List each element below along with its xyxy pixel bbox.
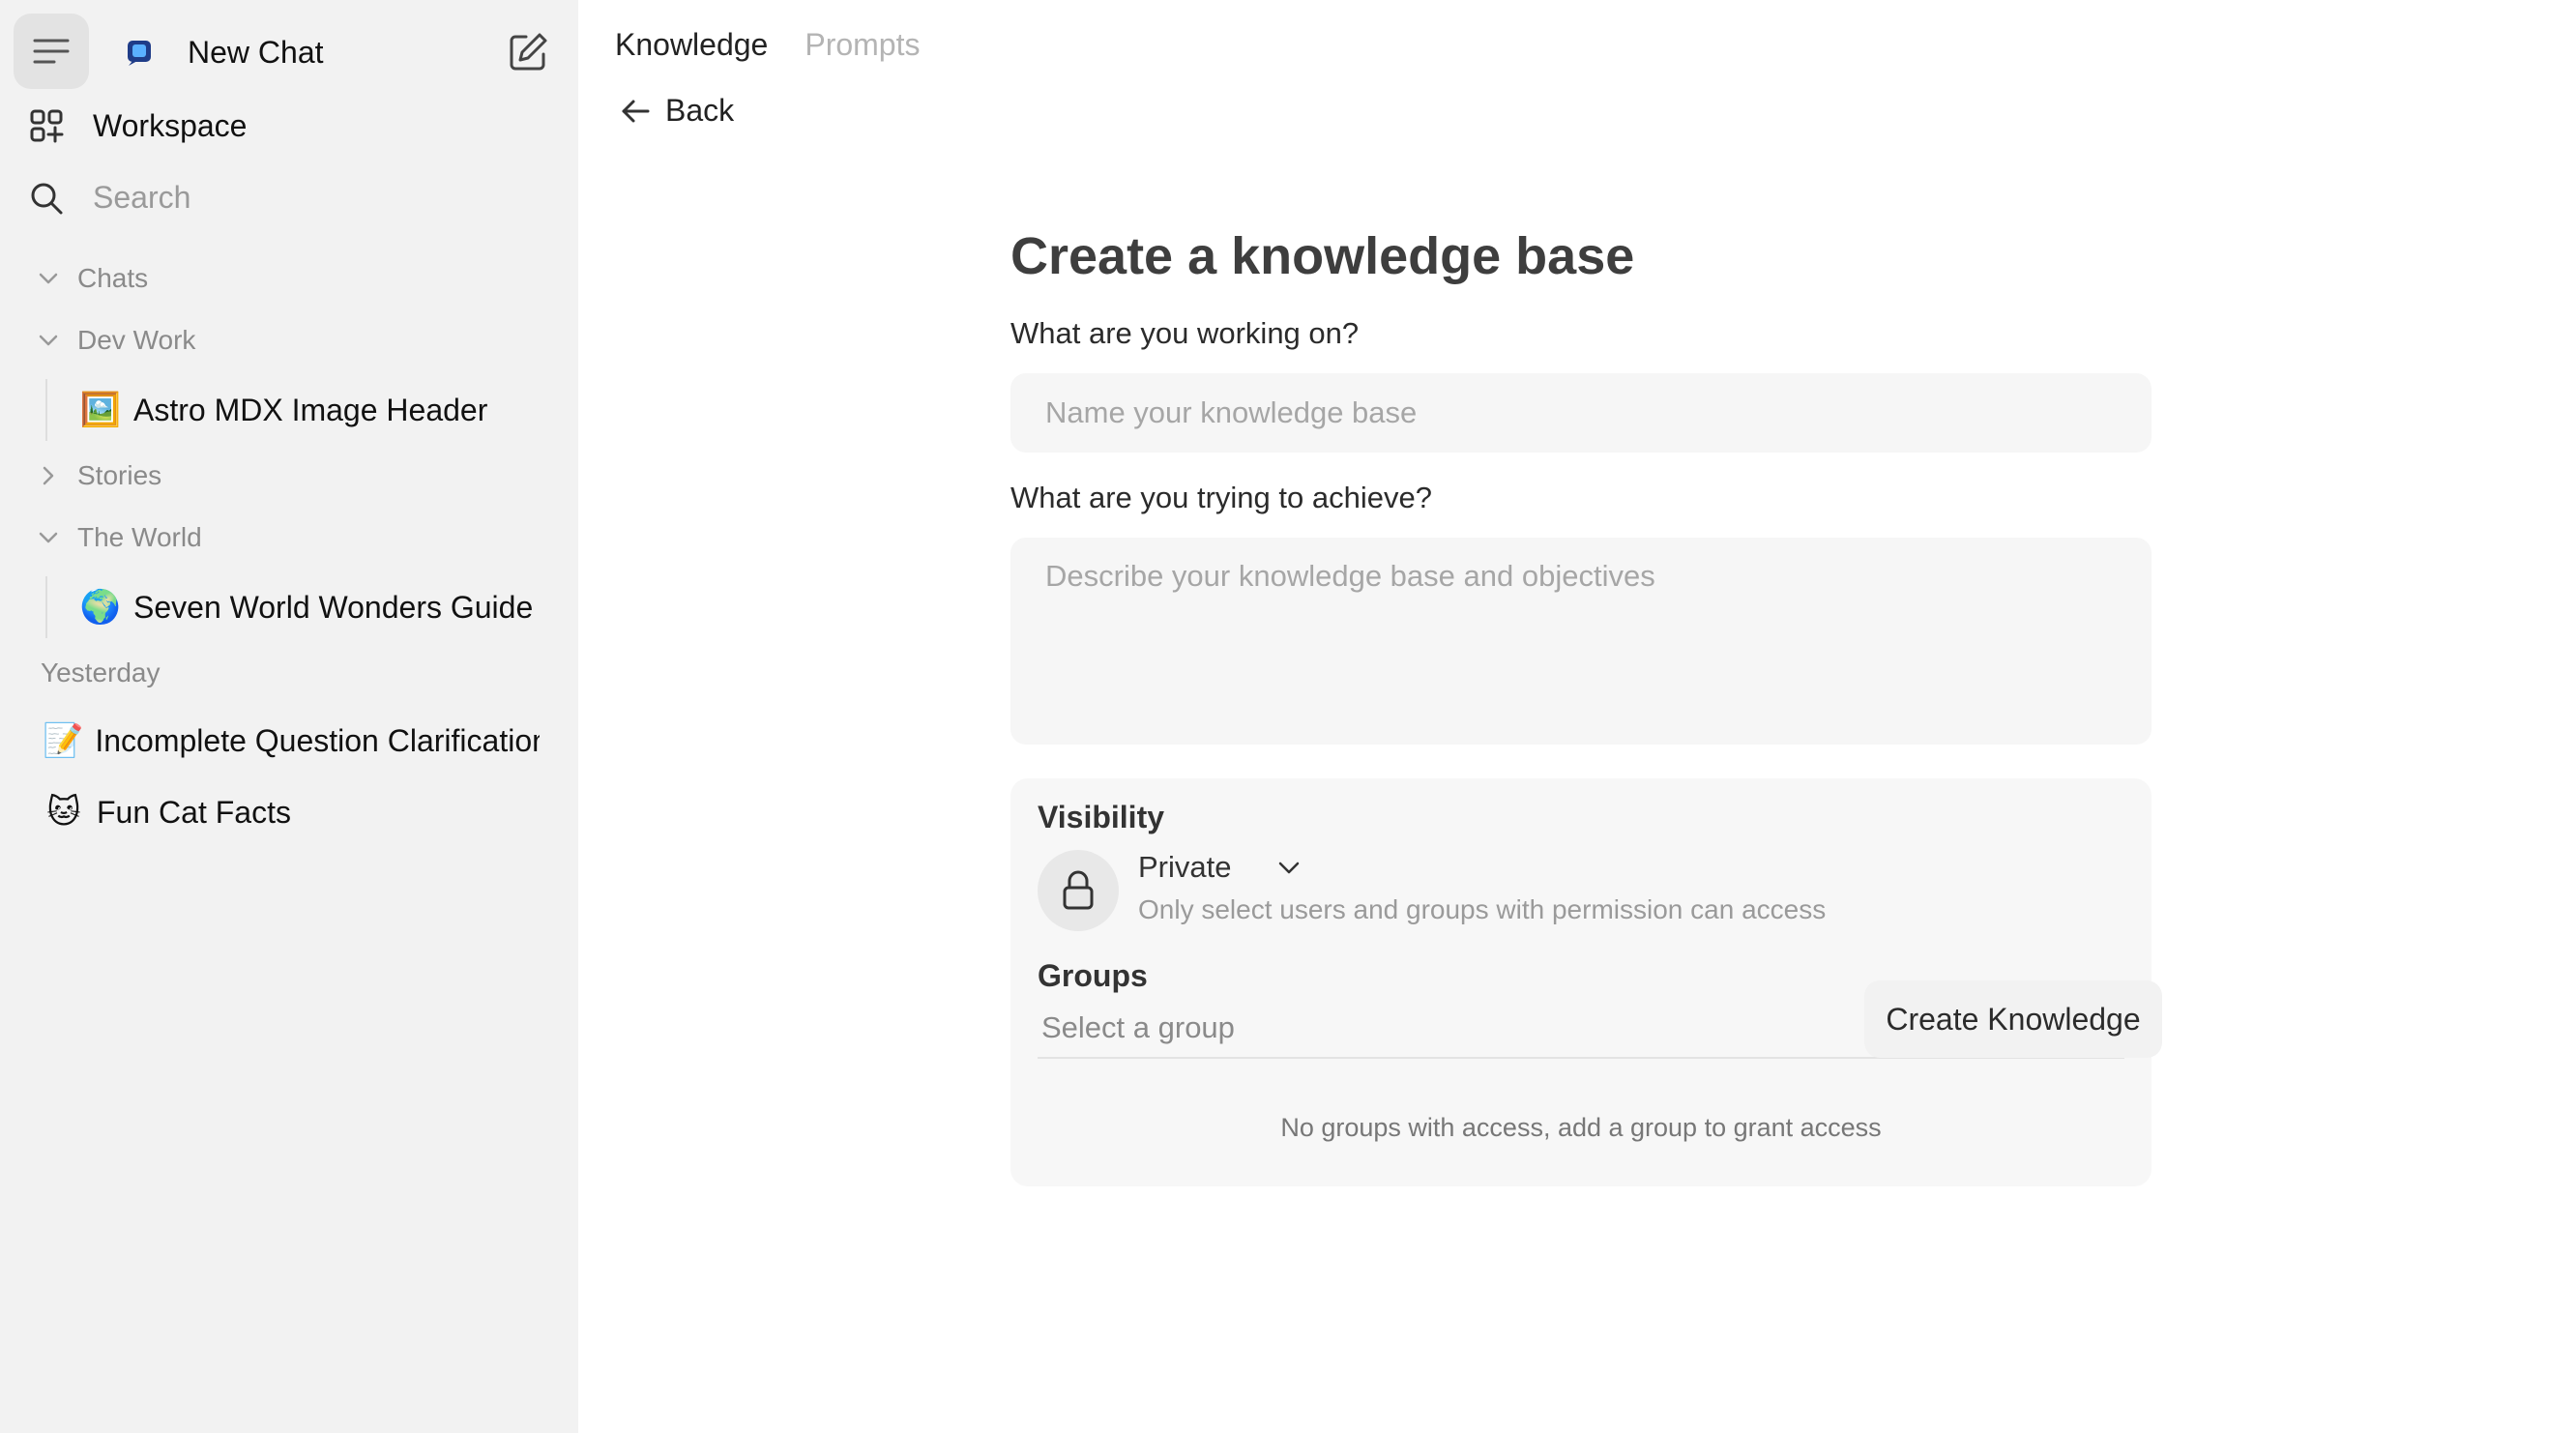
- folder-tree-line: [45, 379, 47, 441]
- folder-label: Dev Work: [77, 325, 196, 355]
- page-title: Create a knowledge base: [1010, 227, 1635, 285]
- chat-emoji: 🖼️: [79, 392, 122, 428]
- description-question-label: What are you trying to achieve?: [1010, 481, 1432, 514]
- knowledge-description-input[interactable]: [1010, 538, 2152, 745]
- tab-prompts[interactable]: Prompts: [805, 27, 920, 63]
- chat-item-astro[interactable]: 🖼️ Astro MDX Image Header: [79, 387, 563, 433]
- visibility-select[interactable]: Private: [1138, 850, 1303, 885]
- chat-title: Incomplete Question Clarification: [95, 722, 540, 758]
- workspace-tabs: Knowledge Prompts: [615, 27, 920, 63]
- main-content: Knowledge Prompts Back Create a knowledg…: [578, 0, 2576, 1433]
- folder-chats[interactable]: Chats: [35, 263, 148, 294]
- search-input[interactable]: [93, 180, 528, 216]
- sidebar-search: [29, 180, 528, 216]
- tab-knowledge[interactable]: Knowledge: [615, 27, 768, 63]
- chat-title: Fun Cat Facts: [97, 794, 291, 830]
- sidebar-toggle-button[interactable]: [14, 14, 89, 89]
- arrow-left-icon: [622, 100, 650, 122]
- folder-label: The World: [77, 522, 202, 552]
- name-question-label: What are you working on?: [1010, 316, 1360, 350]
- folder-label: Chats: [77, 263, 149, 293]
- menu-icon: [33, 39, 70, 64]
- chevron-down-icon: [39, 273, 58, 284]
- back-button[interactable]: Back: [619, 93, 734, 129]
- app-logo-icon: [128, 41, 151, 66]
- knowledge-name-input[interactable]: [1010, 373, 2152, 453]
- chat-item-incomplete[interactable]: 📝 Incomplete Question Clarification: [43, 717, 540, 764]
- groups-title: Groups: [1038, 958, 1148, 993]
- workspace-label: Workspace: [93, 108, 248, 143]
- chat-emoji: 📝: [43, 722, 84, 759]
- sidebar: New Chat Workspace Chats Dev Work: [0, 0, 578, 1433]
- no-groups-message: No groups with access, add a group to gr…: [1280, 1113, 1882, 1142]
- create-knowledge-button[interactable]: Create Knowledge: [1864, 980, 2162, 1058]
- folder-dev-work[interactable]: Dev Work: [35, 325, 195, 356]
- group-select-placeholder: Select a group: [1041, 1010, 1235, 1044]
- folder-label: Stories: [77, 460, 162, 490]
- sidebar-header: New Chat: [14, 14, 565, 91]
- chevron-down-icon: [1279, 862, 1300, 874]
- section-label-yesterday: Yesterday: [41, 658, 161, 687]
- compose-icon: [510, 33, 547, 71]
- folder-stories[interactable]: Stories: [35, 460, 161, 491]
- visibility-value: Private: [1138, 850, 1232, 884]
- workspace-icon: [30, 109, 64, 143]
- folder-the-world[interactable]: The World: [35, 522, 202, 553]
- visibility-title: Visibility: [1038, 800, 1165, 834]
- chat-emoji: 🐱: [46, 794, 81, 831]
- chevron-down-icon: [39, 335, 58, 346]
- chevron-right-icon: [43, 466, 54, 485]
- new-chat-label[interactable]: New Chat: [188, 31, 324, 73]
- chat-title: Seven World Wonders Guide: [133, 589, 534, 625]
- chat-item-cat[interactable]: 🐱 Fun Cat Facts: [43, 789, 526, 835]
- chat-emoji: 🌍: [79, 589, 122, 626]
- new-chat-button[interactable]: [503, 27, 553, 77]
- lock-icon: [1063, 870, 1094, 910]
- chevron-down-icon: [39, 532, 58, 543]
- back-label: Back: [665, 93, 735, 128]
- folder-tree-line: [45, 576, 47, 638]
- visibility-description: Only select users and groups with permis…: [1138, 894, 1827, 924]
- sidebar-item-workspace[interactable]: Workspace: [29, 104, 247, 147]
- chat-title: Astro MDX Image Header: [133, 392, 488, 427]
- chat-item-wonders[interactable]: 🌍 Seven World Wonders Guide: [79, 584, 572, 630]
- search-icon: [31, 183, 63, 214]
- lock-badge: [1038, 850, 1119, 931]
